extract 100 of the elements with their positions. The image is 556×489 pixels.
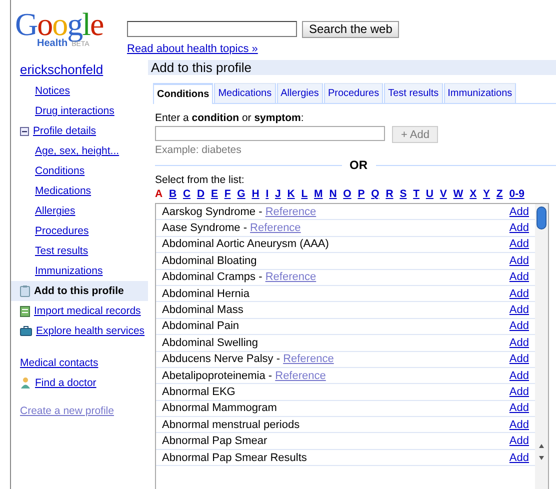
reference-link[interactable]: Reference: [283, 353, 334, 366]
tab[interactable]: Medications: [214, 83, 276, 103]
sidebar-link[interactable]: Procedures: [35, 225, 89, 237]
add-link[interactable]: Add: [509, 238, 529, 250]
letter-link[interactable]: H: [252, 188, 260, 200]
letter-link[interactable]: C: [182, 188, 191, 200]
add-link[interactable]: Add: [509, 254, 529, 267]
sidebar-link[interactable]: Profile details: [33, 125, 96, 137]
reference-link[interactable]: Reference: [265, 206, 316, 218]
reference-link[interactable]: Reference: [275, 370, 326, 382]
letter-link[interactable]: Q: [371, 188, 380, 200]
letter-link[interactable]: N: [329, 188, 337, 200]
letter-link[interactable]: S: [400, 188, 407, 200]
letter-link[interactable]: 0-9: [509, 188, 524, 200]
sidebar-link[interactable]: Find a doctor: [35, 377, 96, 389]
sidebar-link[interactable]: Import medical records: [34, 305, 141, 317]
list-label: Select from the list:: [155, 174, 246, 186]
condition-name: Aase Syndrome - Reference: [162, 222, 301, 234]
add-link[interactable]: Add: [509, 452, 529, 464]
condition-name: Abdominal Hernia: [162, 288, 250, 300]
letter-link[interactable]: Z: [496, 188, 503, 200]
example-hint: Example: diabetes: [155, 144, 242, 156]
sidebar-link[interactable]: Conditions: [35, 165, 85, 177]
panel-header: Add to this profile: [148, 60, 556, 75]
sidebar-link[interactable]: Notices: [35, 85, 70, 97]
letter-link[interactable]: T: [413, 188, 420, 200]
add-link[interactable]: Add: [509, 370, 529, 382]
letter-link[interactable]: K: [287, 188, 295, 200]
add-button[interactable]: + Add: [392, 126, 438, 143]
add-link[interactable]: Add: [509, 271, 529, 284]
letter-link[interactable]: I: [266, 188, 269, 200]
username-link[interactable]: erickschonfeld: [20, 62, 148, 77]
letter-link[interactable]: W: [453, 188, 464, 200]
letter-link[interactable]: G: [237, 188, 246, 200]
condition-name: Abdominal Pain: [162, 320, 240, 332]
condition-name: Abnormal menstrual periods: [162, 418, 300, 431]
or-divider-label: OR: [350, 158, 368, 172]
letter-link[interactable]: R: [386, 188, 394, 200]
letter-link[interactable]: F: [224, 188, 231, 200]
letter-link[interactable]: M: [314, 188, 323, 200]
add-link[interactable]: Add: [509, 304, 529, 316]
letter-link[interactable]: A: [155, 188, 163, 200]
sidebar-link[interactable]: Test results: [35, 245, 88, 257]
condition-name: Abdominal Mass: [162, 304, 244, 316]
tab[interactable]: Allergies: [276, 83, 323, 103]
reference-link[interactable]: Reference: [250, 222, 301, 234]
field-label: Enter a condition or symptom:: [155, 112, 305, 124]
sidebar-link[interactable]: Explore health services: [36, 325, 145, 337]
collapse-icon[interactable]: [20, 126, 29, 136]
add-link[interactable]: Add: [509, 353, 529, 366]
add-link[interactable]: Add: [509, 320, 529, 332]
condition-name: Abnormal Pap Smear: [162, 435, 268, 448]
tab[interactable]: Conditions: [153, 83, 214, 104]
letter-link[interactable]: D: [196, 188, 205, 200]
records-icon: [20, 306, 30, 316]
doctor-icon: [20, 377, 31, 389]
condition-name: Aarskog Syndrome - Reference: [162, 206, 316, 218]
letter-link[interactable]: V: [440, 188, 447, 200]
create-profile-link[interactable]: Create a new profile: [20, 405, 148, 417]
sidebar-link[interactable]: Age, sex, height...: [35, 145, 120, 157]
add-link[interactable]: Add: [509, 418, 529, 431]
add-link[interactable]: Add: [509, 435, 529, 448]
letter-link[interactable]: O: [343, 188, 352, 200]
condition-name: Abnormal EKG: [162, 386, 236, 398]
sidebar-link[interactable]: Immunizations: [35, 265, 103, 277]
condition-name: Abetalipoproteinemia - Reference: [162, 370, 326, 382]
letter-link[interactable]: B: [168, 188, 177, 200]
health-topics-link[interactable]: Read about health topics »: [127, 43, 400, 55]
letter-link[interactable]: E: [210, 188, 218, 200]
condition-name: Abdominal Bloating: [162, 254, 257, 267]
letter-link[interactable]: L: [301, 188, 308, 200]
letter-link[interactable]: P: [358, 188, 365, 200]
add-link[interactable]: Add: [509, 288, 529, 300]
tab[interactable]: Procedures: [324, 83, 384, 103]
letter-link[interactable]: Y: [483, 188, 490, 200]
clipboard-icon: [20, 285, 30, 297]
briefcase-icon: [20, 326, 32, 336]
reference-link[interactable]: Reference: [265, 271, 316, 284]
sidebar-link[interactable]: Allergies: [35, 205, 76, 217]
search-field[interactable]: [127, 21, 297, 37]
sidebar-link[interactable]: Drug interactions: [35, 105, 114, 117]
condition-field[interactable]: [155, 126, 385, 141]
add-link[interactable]: Add: [509, 336, 529, 349]
sidebar-link[interactable]: Medications: [35, 185, 92, 197]
sidebar-link[interactable]: Medical contacts: [20, 357, 98, 369]
letter-link[interactable]: J: [275, 188, 281, 200]
letter-link[interactable]: X: [470, 188, 477, 200]
tab[interactable]: Immunizations: [444, 83, 516, 103]
add-link[interactable]: Add: [509, 402, 529, 414]
condition-name: Abdominal Aortic Aneurysm (AAA): [162, 238, 329, 250]
add-link[interactable]: Add: [509, 206, 529, 218]
search-button[interactable]: Search the web: [302, 21, 400, 38]
tab[interactable]: Test results: [384, 83, 443, 103]
letter-link[interactable]: U: [426, 188, 434, 200]
condition-name: Abdominal Swelling: [162, 336, 258, 349]
condition-name: Abnormal Mammogram: [162, 402, 277, 414]
add-link[interactable]: Add: [509, 386, 529, 398]
sidebar-item[interactable]: Add to this profile: [11, 281, 148, 301]
scrollbar[interactable]: [535, 204, 548, 489]
add-link[interactable]: Add: [509, 222, 529, 234]
